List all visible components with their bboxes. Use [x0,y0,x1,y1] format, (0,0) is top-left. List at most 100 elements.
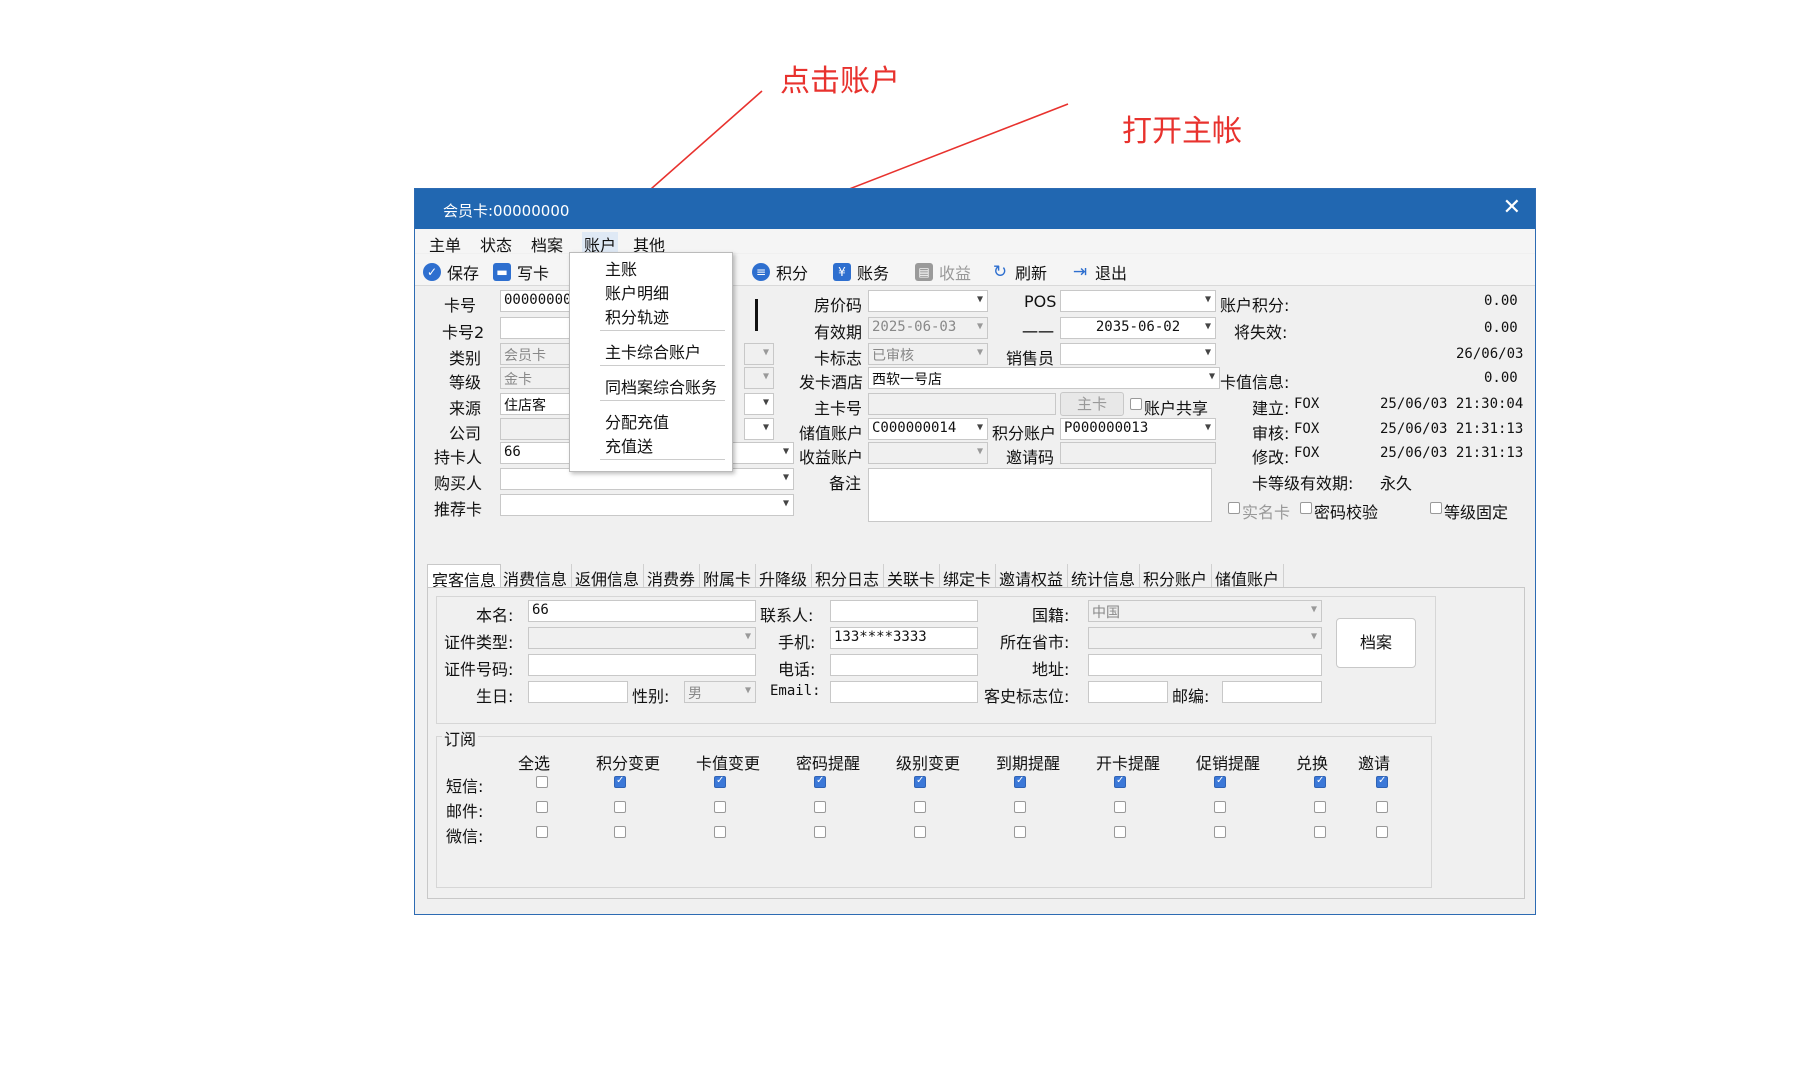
idtype-field[interactable] [528,627,756,649]
account-share-checkbox[interactable] [1130,398,1142,410]
level-combo-arrow[interactable] [744,367,774,389]
subscription-checkbox[interactable] [814,775,826,788]
tab-upgrade[interactable]: 升降级 [755,564,813,589]
email-field[interactable] [830,681,978,703]
tab-guest-info[interactable]: 宾客信息 [427,564,502,590]
card-no-field[interactable]: 00000000 [500,290,580,312]
guest-name-field[interactable]: 66 [528,600,756,622]
menu-item-account-detail[interactable]: 账户明细 [605,280,669,304]
address-field[interactable] [1088,654,1322,676]
menu-item-main-card-summary[interactable]: 主卡综合账户 [605,339,701,363]
tab-points-account[interactable]: 积分账户 [1139,564,1213,589]
menu-item-main-account[interactable]: 主账 [605,256,637,280]
tab-sub-card[interactable]: 附属卡 [699,564,757,589]
subscription-checkbox[interactable] [914,801,926,813]
menu-archive[interactable]: 档案 [531,232,563,256]
archive-button[interactable]: 档案 [1336,618,1416,668]
tab-stats[interactable]: 统计信息 [1067,564,1141,589]
valid-from-field[interactable]: 2025-06-03 [868,317,988,339]
stored-acct-field[interactable]: C000000014 [868,418,988,440]
tab-invite-rights[interactable]: 邀请权益 [995,564,1069,589]
subscription-checkbox[interactable] [1114,826,1126,838]
refresh-button[interactable]: ↻ 刷新 [991,260,1047,284]
subscription-checkbox[interactable] [1376,775,1388,788]
subscription-checkbox[interactable] [536,826,548,838]
subscription-checkbox[interactable] [1376,826,1388,838]
tab-bound-card[interactable]: 绑定卡 [939,564,997,589]
subscription-checkbox[interactable] [1014,801,1026,813]
subscription-checkbox[interactable] [1376,801,1388,813]
exit-button[interactable]: ⇥ 退出 [1071,260,1127,284]
main-card-field[interactable] [868,393,1056,415]
pos-field[interactable] [1060,290,1216,312]
mobile-field[interactable]: 133****3333 [830,627,978,649]
menu-status[interactable]: 状态 [480,232,512,256]
pwd-check-checkbox[interactable] [1300,502,1312,514]
province-field[interactable] [1088,627,1322,649]
subscription-checkbox[interactable] [1314,826,1326,838]
gender-field[interactable]: 男 [684,681,756,703]
company-field[interactable] [500,418,580,440]
card-no2-field[interactable] [500,317,580,339]
revenue-button[interactable]: ▤ 收益 [915,260,971,284]
subscription-checkbox[interactable] [714,826,726,838]
close-icon[interactable]: ✕ [1503,195,1521,220]
subscription-checkbox[interactable] [1114,801,1126,813]
valid-to-field[interactable]: 2035-06-02 [1060,317,1216,339]
tab-consumption[interactable]: 消费信息 [499,564,573,589]
ledger-button[interactable]: ¥ 账务 [833,260,889,284]
type-combo-arrow[interactable] [744,343,774,365]
realname-checkbox[interactable] [1228,502,1240,514]
menu-item-same-archive-ledger[interactable]: 同档案综合账务 [605,374,717,398]
company-combo-arrow[interactable] [744,418,774,440]
phone-field[interactable] [830,654,978,676]
nation-field[interactable]: 中国 [1088,600,1322,622]
tab-points-log[interactable]: 积分日志 [811,564,885,589]
rate-code-field[interactable] [868,290,988,312]
subscription-checkbox[interactable] [536,801,548,813]
idno-field[interactable] [528,654,756,676]
subscription-checkbox[interactable] [714,801,726,813]
tab-stored-account[interactable]: 储值账户 [1211,564,1285,589]
points-button[interactable]: ≡ 积分 [752,260,808,284]
save-button[interactable]: ✓ 保存 [423,260,479,284]
invite-field[interactable] [1060,442,1216,464]
tab-coupon[interactable]: 消费券 [643,564,701,589]
level-field[interactable]: 金卡 [500,367,580,389]
sales-field[interactable] [1060,343,1216,365]
tab-linked-card[interactable]: 关联卡 [883,564,941,589]
card-flag-field[interactable]: 已审核 [868,343,988,365]
tab-rebate[interactable]: 返佣信息 [571,564,645,589]
points-acct-field[interactable]: P000000013 [1060,418,1216,440]
subscription-checkbox[interactable] [1214,775,1226,788]
subscription-checkbox[interactable] [914,826,926,838]
type-field[interactable]: 会员卡 [500,343,580,365]
history-field[interactable] [1088,681,1168,703]
subscription-checkbox[interactable] [1214,826,1226,838]
source-field[interactable]: 住店客 [500,393,580,415]
menu-item-recharge-bonus[interactable]: 充值送 [605,433,653,457]
subscription-checkbox[interactable] [614,801,626,813]
subscription-checkbox[interactable] [536,776,548,788]
issue-hotel-field[interactable]: 西软一号店 [868,367,1220,389]
subscription-checkbox[interactable] [614,826,626,838]
source-combo-arrow[interactable] [744,393,774,415]
menu-item-points-trail[interactable]: 积分轨迹 [605,304,669,328]
subscription-checkbox[interactable] [814,826,826,838]
subscription-checkbox[interactable] [1114,775,1126,788]
subscription-checkbox[interactable] [714,775,726,788]
birthday-field[interactable] [528,681,628,703]
subscription-checkbox[interactable] [614,775,626,788]
write-card-button[interactable]: ▬ 写卡 [493,260,549,284]
revenue-acct-field[interactable] [868,442,988,464]
level-fixed-checkbox[interactable] [1430,502,1442,514]
referrer-field[interactable] [500,494,794,516]
remark-field[interactable] [868,468,1212,522]
subscription-checkbox[interactable] [1014,775,1026,788]
main-card-button[interactable]: 主卡 [1060,392,1124,416]
subscription-checkbox[interactable] [1314,775,1326,788]
contact-field[interactable] [830,600,978,622]
subscription-checkbox[interactable] [1014,826,1026,838]
subscription-checkbox[interactable] [1314,801,1326,813]
menu-main-order[interactable]: 主单 [429,232,461,256]
